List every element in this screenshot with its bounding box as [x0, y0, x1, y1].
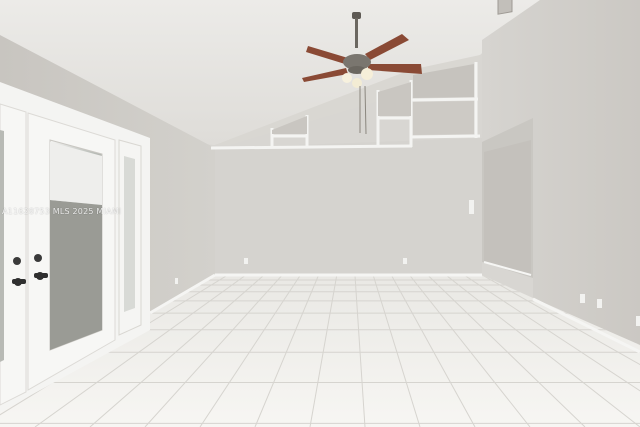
door-glass-outside [50, 200, 102, 350]
room-photo [0, 0, 640, 427]
fan-light [361, 68, 373, 80]
wall-switch [469, 200, 474, 214]
outlet [175, 278, 178, 284]
back-wall [215, 138, 482, 275]
hallway-wall [484, 140, 531, 275]
fan-light [342, 73, 352, 83]
door-handle-icon [36, 272, 44, 280]
outlet [580, 294, 585, 303]
air-vent [497, 0, 513, 15]
outlet [403, 258, 407, 264]
side-window-glass [124, 156, 135, 312]
outlet [597, 299, 602, 308]
left-glass-strip [0, 130, 4, 362]
outlet [636, 316, 640, 326]
door-handle-icon [34, 254, 42, 262]
door-handle-icon [13, 257, 21, 265]
door-handle-icon [14, 278, 22, 286]
outlet [244, 258, 248, 264]
shelf-recess-right-low [413, 101, 474, 135]
